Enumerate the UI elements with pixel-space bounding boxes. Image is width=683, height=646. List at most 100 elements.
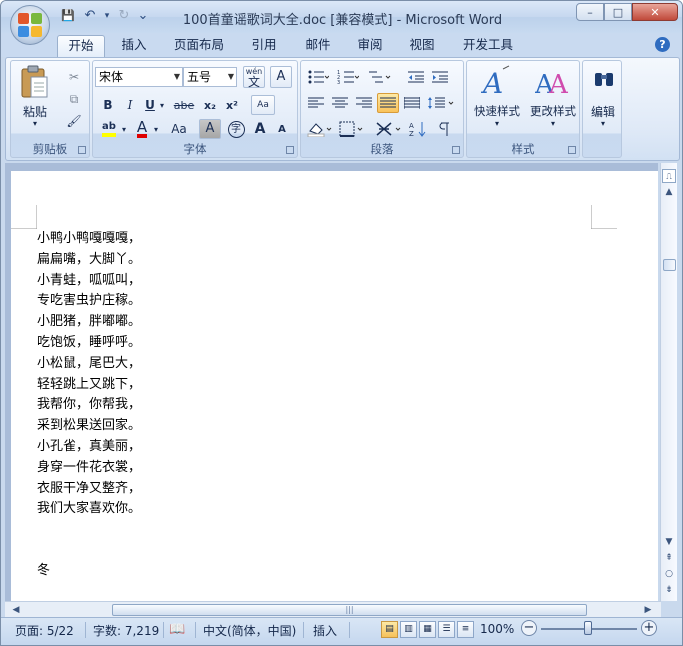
- numbering-button[interactable]: 123: [335, 67, 361, 87]
- underline-dropdown-icon[interactable]: ▾: [157, 95, 167, 115]
- word-count[interactable]: 字数: 7,219: [93, 622, 159, 639]
- grow-font-button[interactable]: A: [249, 119, 271, 139]
- clipboard-launcher-icon[interactable]: [78, 146, 86, 154]
- scroll-right-icon[interactable]: ▶: [641, 603, 655, 617]
- bold-button[interactable]: B: [97, 95, 119, 115]
- vertical-scrollbar[interactable]: ⎍ ▲ ▼ ⇞ ○ ⇟: [660, 163, 677, 601]
- next-page-icon[interactable]: ⇟: [662, 583, 676, 597]
- format-painter-icon[interactable]: 🖌: [63, 111, 85, 131]
- align-left-button[interactable]: [305, 93, 327, 113]
- tab-review[interactable]: 审阅: [347, 35, 393, 57]
- italic-button[interactable]: I: [119, 95, 141, 115]
- office-button[interactable]: [10, 5, 50, 45]
- horizontal-scrollbar[interactable]: ◀ ||| ▶: [5, 601, 661, 617]
- insert-mode[interactable]: 插入: [313, 622, 337, 639]
- tab-view[interactable]: 视图: [399, 35, 445, 57]
- strikethrough-button[interactable]: abe: [171, 95, 197, 115]
- vertical-scroll-thumb[interactable]: [663, 259, 676, 271]
- binoculars-icon[interactable]: [593, 69, 615, 91]
- cut-icon[interactable]: ✂: [63, 67, 85, 87]
- character-border-button[interactable]: A: [270, 66, 292, 88]
- ribbon-tabs: 开始 插入 页面布局 引用 邮件 审阅 视图 开发工具: [1, 33, 682, 57]
- zoom-slider[interactable]: [541, 621, 637, 635]
- close-button[interactable]: ✕: [632, 3, 678, 21]
- ruler-toggle-icon[interactable]: ⎍: [662, 169, 676, 183]
- font-launcher-icon[interactable]: [286, 146, 294, 154]
- clear-formatting-button[interactable]: Aa: [251, 95, 275, 115]
- phonetic-guide-button[interactable]: wén 文: [243, 66, 265, 88]
- zoom-slider-thumb[interactable]: [584, 621, 592, 635]
- change-styles-icon[interactable]: AA: [534, 65, 569, 100]
- align-center-button[interactable]: [329, 93, 351, 113]
- subscript-button[interactable]: x₂: [199, 95, 221, 115]
- paste-icon[interactable]: [19, 65, 49, 99]
- print-layout-view-icon[interactable]: ▤: [381, 621, 398, 638]
- align-right-button[interactable]: [353, 93, 375, 113]
- paragraph-launcher-icon[interactable]: [452, 146, 460, 154]
- tab-insert[interactable]: 插入: [111, 35, 157, 57]
- font-name-combo[interactable]: 宋体 ▼: [95, 67, 183, 87]
- tab-home[interactable]: 开始: [57, 35, 105, 57]
- character-shading-button[interactable]: A: [199, 119, 221, 139]
- line-spacing-button[interactable]: [425, 93, 457, 113]
- previous-page-icon[interactable]: ⇞: [662, 551, 676, 565]
- paste-label[interactable]: 粘贴: [15, 103, 55, 120]
- web-layout-view-icon[interactable]: ▦: [419, 621, 436, 638]
- decrease-indent-button[interactable]: [405, 67, 427, 87]
- tab-references[interactable]: 引用: [241, 35, 287, 57]
- quick-styles-label[interactable]: 快速样式: [467, 103, 527, 119]
- horizontal-scroll-thumb[interactable]: |||: [112, 604, 587, 616]
- zoom-out-icon[interactable]: −: [521, 620, 537, 636]
- distributed-button[interactable]: [401, 93, 423, 113]
- font-color-dropdown-icon[interactable]: ▾: [151, 119, 161, 139]
- scroll-up-icon[interactable]: ▲: [662, 185, 676, 199]
- scroll-left-icon[interactable]: ◀: [9, 603, 23, 617]
- scroll-down-icon[interactable]: ▼: [662, 535, 676, 549]
- change-case-button[interactable]: Aa: [165, 119, 193, 139]
- document-text[interactable]: 小鸭小鸭嘎嘎嘎， 扁扁嘴，大脚丫。 小青蛙，呱呱叫， 专吃害虫护庄稼。 小肥猪，…: [37, 229, 141, 582]
- paste-dropdown-icon[interactable]: ▾: [15, 119, 55, 128]
- shrink-font-button[interactable]: A: [271, 119, 293, 139]
- editing-label[interactable]: 编辑: [583, 103, 623, 120]
- sort-button[interactable]: AZ: [407, 119, 429, 139]
- font-size-combo[interactable]: 五号 ▼: [183, 67, 237, 87]
- change-styles-label[interactable]: 更改样式: [523, 103, 583, 119]
- tab-developer[interactable]: 开发工具: [453, 35, 523, 57]
- tab-page-layout[interactable]: 页面布局: [165, 35, 233, 57]
- language-status[interactable]: 中文(简体，中国): [203, 622, 296, 639]
- help-icon[interactable]: ?: [655, 37, 670, 52]
- copy-icon[interactable]: ⧉: [63, 89, 85, 109]
- increase-indent-button[interactable]: [429, 67, 451, 87]
- enclose-characters-button[interactable]: 字: [225, 119, 247, 139]
- draft-view-icon[interactable]: ≡: [457, 621, 474, 638]
- borders-button[interactable]: [337, 119, 367, 139]
- editing-dropdown-icon[interactable]: ▾: [583, 119, 623, 128]
- superscript-button[interactable]: x²: [221, 95, 243, 115]
- justify-button[interactable]: [377, 93, 399, 113]
- zoom-in-icon[interactable]: +: [641, 620, 657, 636]
- styles-launcher-icon[interactable]: [568, 146, 576, 154]
- multilevel-list-button[interactable]: [365, 67, 393, 87]
- zoom-level[interactable]: 100%: [480, 622, 514, 636]
- document-page[interactable]: 小鸭小鸭嘎嘎嘎， 扁扁嘴，大脚丫。 小青蛙，呱呱叫， 专吃害虫护庄稼。 小肥猪，…: [11, 171, 658, 601]
- quick-styles-icon[interactable]: A: [480, 65, 511, 100]
- shading-button[interactable]: [305, 119, 335, 139]
- full-screen-reading-view-icon[interactable]: ▥: [400, 621, 417, 638]
- text-line: 小松鼠，尾巴大，: [37, 355, 142, 371]
- show-marks-button[interactable]: [433, 119, 455, 139]
- highlight-dropdown-icon[interactable]: ▾: [119, 119, 129, 139]
- outline-view-icon[interactable]: ☰: [438, 621, 455, 638]
- quick-styles-dropdown-icon[interactable]: ▾: [467, 119, 527, 128]
- minimize-button[interactable]: –: [576, 3, 604, 21]
- bullets-button[interactable]: [305, 67, 331, 87]
- change-styles-dropdown-icon[interactable]: ▾: [523, 119, 583, 128]
- font-color-button[interactable]: A: [131, 119, 153, 139]
- highlight-button[interactable]: ab: [97, 119, 121, 139]
- chinese-layout-button[interactable]: [373, 119, 405, 139]
- browse-object-icon[interactable]: ○: [662, 567, 676, 581]
- highlight-icon: ab: [102, 121, 116, 137]
- proofing-icon[interactable]: 📖: [169, 622, 185, 637]
- maximize-button[interactable]: □: [604, 3, 632, 21]
- page-count[interactable]: 页面: 5/22: [15, 622, 74, 639]
- tab-mailings[interactable]: 邮件: [295, 35, 341, 57]
